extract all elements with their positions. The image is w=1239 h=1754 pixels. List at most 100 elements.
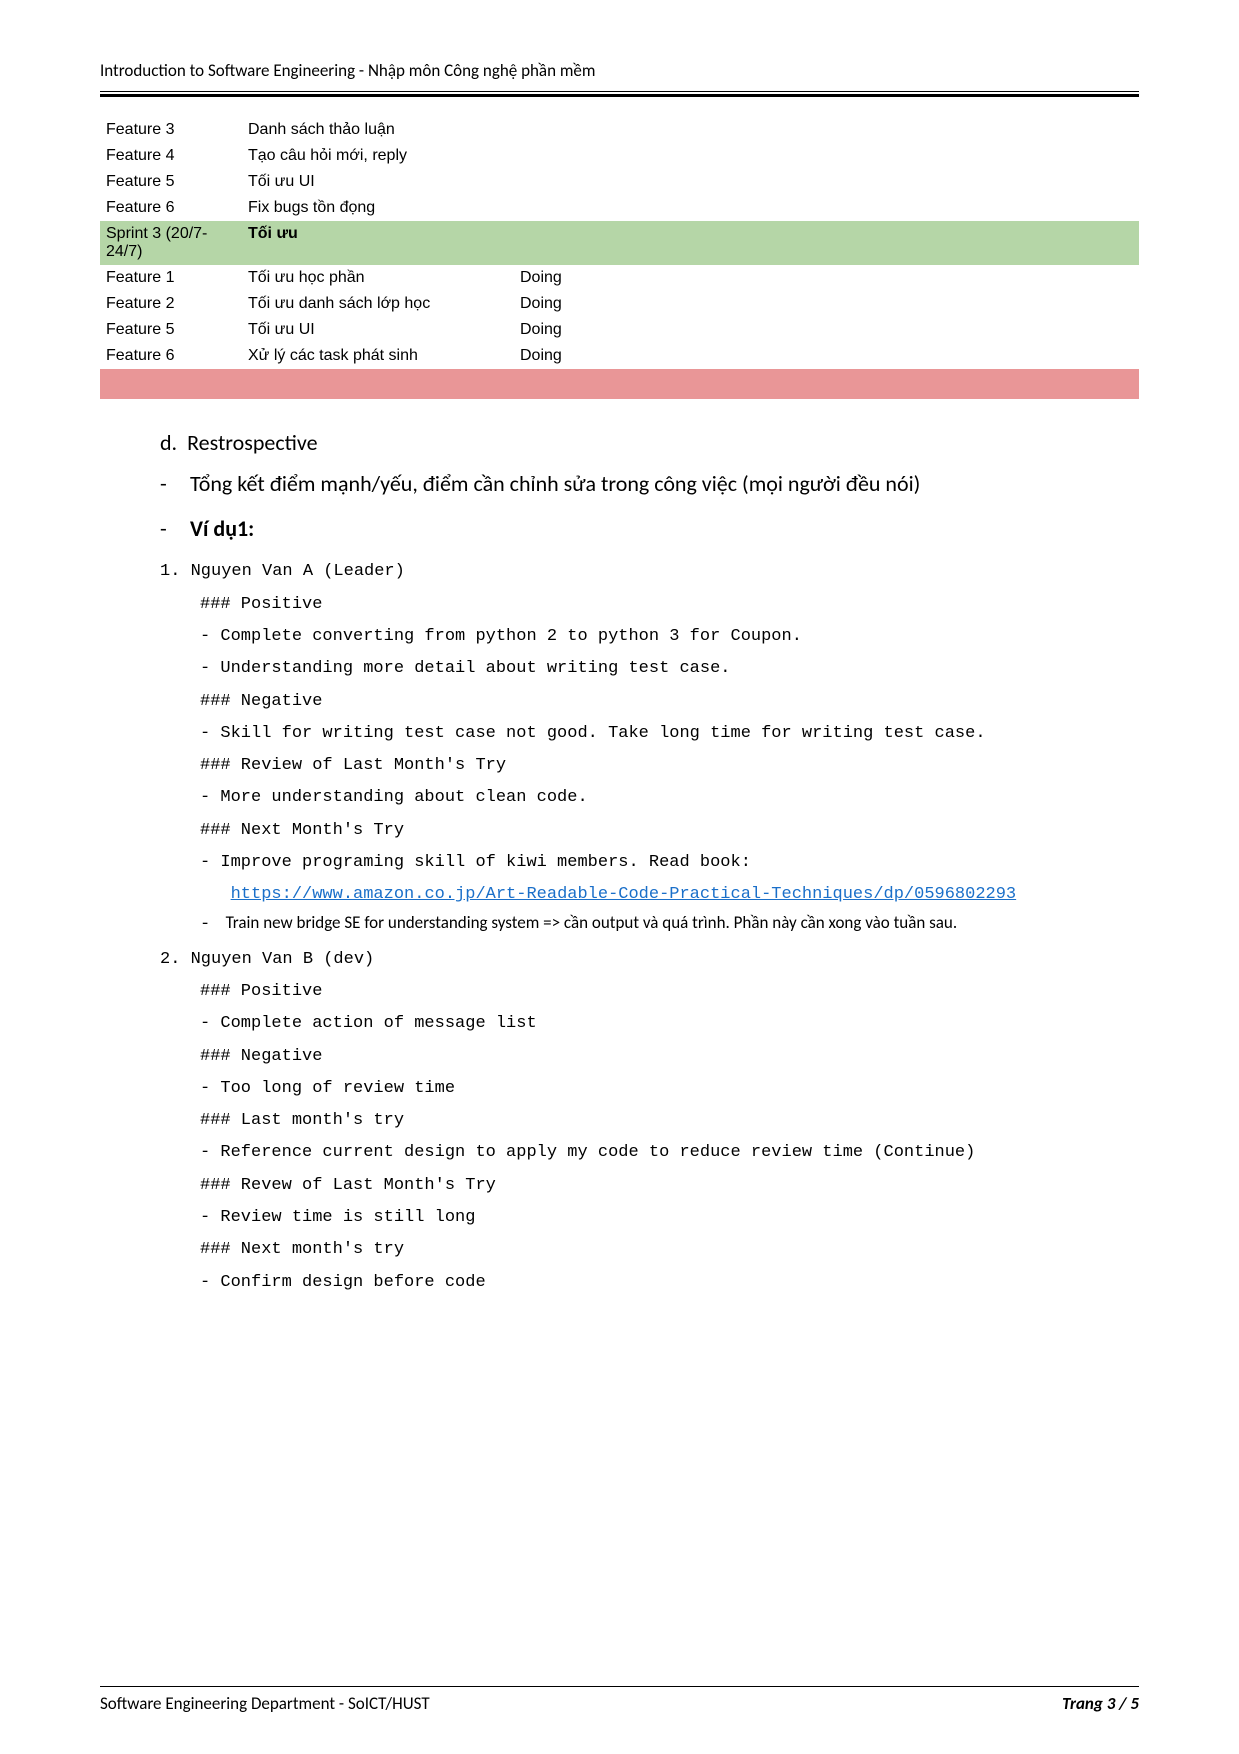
dash-icon: - xyxy=(160,466,190,501)
cell-status: Doing xyxy=(514,291,656,317)
cell-empty xyxy=(656,221,898,265)
person2-pos1: - Complete action of message list xyxy=(200,1008,1139,1040)
cell-empty xyxy=(898,265,1140,291)
cell-empty xyxy=(656,169,898,195)
person1-pos1: - Complete converting from python 2 to p… xyxy=(200,621,1139,653)
person1-neg1: - Skill for writing test case not good. … xyxy=(200,718,1139,750)
dash-icon: - xyxy=(200,915,210,934)
table-row: Feature 4 Tạo câu hỏi mới, reply xyxy=(100,143,1139,169)
table-row: Feature 5 Tối ưu UI xyxy=(100,169,1139,195)
cell-desc xyxy=(242,369,514,399)
table-row: Feature 3 Danh sách thảo luận xyxy=(100,117,1139,143)
cell-desc: Tối ưu học phần xyxy=(242,265,514,291)
cell-feature: Feature 6 xyxy=(100,195,242,221)
cell-feature: Feature 5 xyxy=(100,317,242,343)
cell-empty xyxy=(656,195,898,221)
cell-feature: Feature 4 xyxy=(100,143,242,169)
cell-status xyxy=(514,369,656,399)
table-row: Feature 6 Fix bugs tồn đọng xyxy=(100,195,1139,221)
table-row-red xyxy=(100,369,1139,399)
person1-review-h: ### Review of Last Month's Try xyxy=(200,750,1139,782)
section-d-heading: d. Restrospective xyxy=(160,429,1139,456)
dash-text: Tổng kết điểm mạnh/yếu, điểm cần chỉnh s… xyxy=(190,470,920,497)
amazon-link[interactable]: https://www.amazon.co.jp/Art-Readable-Co… xyxy=(231,885,1017,904)
cell-empty xyxy=(656,317,898,343)
cell-empty xyxy=(656,143,898,169)
cell-status: Doing xyxy=(514,265,656,291)
cell-desc: Fix bugs tồn đọng xyxy=(242,195,514,221)
cell-desc: Tối ưu xyxy=(242,221,514,265)
cell-empty xyxy=(898,195,1140,221)
cell-status: Doing xyxy=(514,317,656,343)
person1-title: 1. Nguyen Van A (Leader) xyxy=(160,556,1139,588)
person2-negative-h: ### Negative xyxy=(200,1041,1139,1073)
cell-desc: Tối ưu UI xyxy=(242,317,514,343)
cell-empty xyxy=(898,117,1140,143)
cell-feature: Feature 5 xyxy=(100,169,242,195)
letter-d: d. xyxy=(160,429,177,456)
table-row: Feature 6 Xử lý các task phát sinh Doing xyxy=(100,343,1139,369)
table-row-sprint: Sprint 3 (20/7-24/7) Tối ưu xyxy=(100,221,1139,265)
title-d: Restrospective xyxy=(187,429,318,456)
page-header: Introduction to Software Engineering - N… xyxy=(100,60,1139,87)
cell-feature: Sprint 3 (20/7-24/7) xyxy=(100,221,242,265)
cell-desc: Xử lý các task phát sinh xyxy=(242,343,514,369)
dash-icon: - xyxy=(160,511,190,546)
dash-item-2: -Ví dụ1: xyxy=(160,511,1139,546)
footer-left: Software Engineering Department - SoICT/… xyxy=(100,1693,430,1714)
person1-link-line: https://www.amazon.co.jp/Art-Readable-Co… xyxy=(200,879,1139,911)
person2-last1: - Reference current design to apply my c… xyxy=(200,1137,1139,1169)
cell-status xyxy=(514,169,656,195)
person1-pos2: - Understanding more detail about writin… xyxy=(200,653,1139,685)
cell-empty xyxy=(656,291,898,317)
person1-negative-h: ### Negative xyxy=(200,686,1139,718)
cell-empty xyxy=(656,265,898,291)
cell-empty xyxy=(898,291,1140,317)
table-row: Feature 5 Tối ưu UI Doing xyxy=(100,317,1139,343)
cell-empty xyxy=(898,317,1140,343)
person2-next-h: ### Next month's try xyxy=(200,1234,1139,1266)
person2-next1: - Confirm design before code xyxy=(200,1267,1139,1299)
person2-positive-h: ### Positive xyxy=(200,976,1139,1008)
cell-feature: Feature 1 xyxy=(100,265,242,291)
note-text: Train new bridge SE for understanding sy… xyxy=(226,912,958,933)
cell-empty xyxy=(898,143,1140,169)
cell-empty xyxy=(656,343,898,369)
cell-desc: Tối ưu danh sách lớp học xyxy=(242,291,514,317)
person2-last-h: ### Last month's try xyxy=(200,1105,1139,1137)
table-row: Feature 1 Tối ưu học phần Doing xyxy=(100,265,1139,291)
cell-feature: Feature 3 xyxy=(100,117,242,143)
table-row: Feature 2 Tối ưu danh sách lớp học Doing xyxy=(100,291,1139,317)
footer-divider xyxy=(100,1686,1139,1687)
cell-desc: Tối ưu UI xyxy=(242,169,514,195)
person2-review-h: ### Revew of Last Month's Try xyxy=(200,1170,1139,1202)
cell-desc: Tạo câu hỏi mới, reply xyxy=(242,143,514,169)
cell-empty xyxy=(898,169,1140,195)
cell-status xyxy=(514,221,656,265)
person1-rev1: - More understanding about clean code. xyxy=(200,782,1139,814)
cell-empty xyxy=(656,117,898,143)
cell-feature xyxy=(100,369,242,399)
cell-status xyxy=(514,117,656,143)
person1-next-h: ### Next Month's Try xyxy=(200,815,1139,847)
person1-note: - Train new bridge SE for understanding … xyxy=(200,912,1139,934)
page-footer: Software Engineering Department - SoICT/… xyxy=(100,1686,1139,1714)
person1-positive-h: ### Positive xyxy=(200,589,1139,621)
header-divider xyxy=(100,91,1139,97)
cell-empty xyxy=(656,369,898,399)
cell-status xyxy=(514,143,656,169)
feature-table: Feature 3 Danh sách thảo luận Feature 4 … xyxy=(100,117,1139,399)
cell-empty xyxy=(898,343,1140,369)
person2-neg1: - Too long of review time xyxy=(200,1073,1139,1105)
dash-item-1: -Tổng kết điểm mạnh/yếu, điểm cần chỉnh … xyxy=(160,466,1139,501)
person2-title: 2. Nguyen Van B (dev) xyxy=(160,944,1139,976)
cell-desc: Danh sách thảo luận xyxy=(242,117,514,143)
cell-empty xyxy=(898,221,1140,265)
dash-text: Ví dụ1: xyxy=(190,515,254,542)
cell-feature: Feature 2 xyxy=(100,291,242,317)
footer-page: Trang 3 / 5 xyxy=(1062,1693,1139,1714)
cell-empty xyxy=(898,369,1140,399)
cell-status xyxy=(514,195,656,221)
person2-rev1: - Review time is still long xyxy=(200,1202,1139,1234)
person1-next1: - Improve programing skill of kiwi membe… xyxy=(200,847,1139,879)
